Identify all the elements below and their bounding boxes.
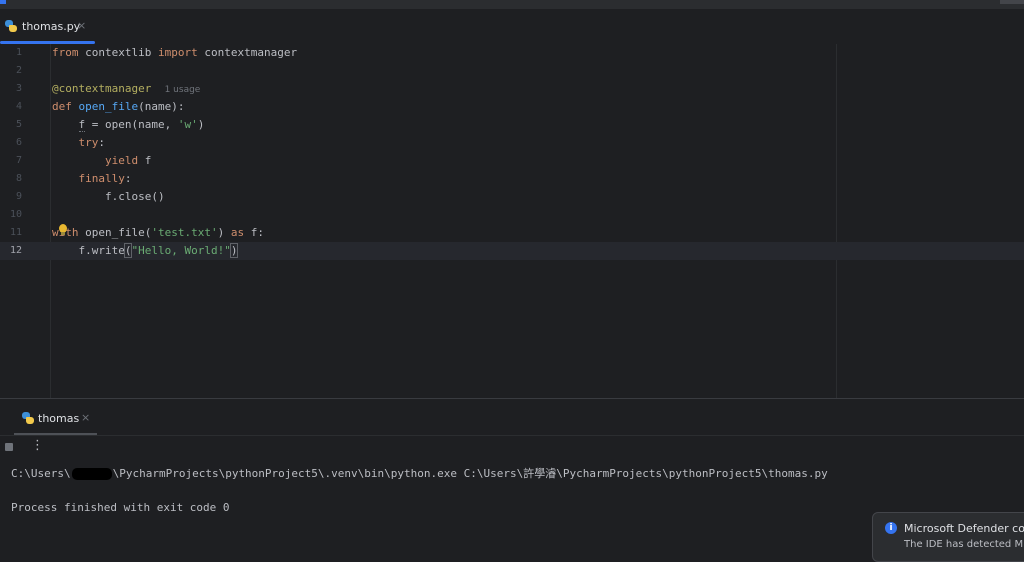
- function-name: open_file: [78, 100, 139, 113]
- keyword: yield: [104, 154, 139, 167]
- line-number: 4: [15, 101, 22, 112]
- code-line[interactable]: 1 from contextlib import contextmanager: [0, 44, 1024, 62]
- close-icon[interactable]: ×: [77, 19, 86, 32]
- redacted-username: [71, 468, 112, 480]
- keyword: from: [52, 46, 79, 59]
- tab-thomas-py[interactable]: thomas.py ×: [0, 9, 95, 44]
- notification-body: The IDE has detected Micro: [904, 539, 1024, 550]
- keyword: try: [78, 136, 99, 149]
- tab-label: thomas.py: [22, 20, 81, 33]
- code-text: ): [217, 226, 231, 239]
- code-text: (name):: [138, 100, 185, 113]
- keyword: import: [157, 46, 198, 59]
- code-text: contextlib: [78, 46, 158, 59]
- code-text: f: [138, 154, 152, 167]
- run-toolbar: ⋮: [0, 435, 1024, 458]
- code-text: =: [85, 118, 105, 131]
- code-text: f:: [244, 226, 264, 239]
- close-icon[interactable]: ×: [81, 411, 90, 424]
- line-number: 5: [15, 119, 22, 130]
- python-file-icon: [5, 20, 17, 32]
- code-line[interactable]: 8 finally:: [0, 170, 1024, 188]
- notification-toast[interactable]: i Microsoft Defender confi The IDE has d…: [872, 512, 1024, 562]
- line-number: 10: [9, 209, 22, 220]
- window-accent-mark: [0, 0, 6, 4]
- code-line[interactable]: 2: [0, 62, 1024, 80]
- line-number: 9: [15, 191, 22, 202]
- code-line[interactable]: 5 f = open(name, 'w'): [0, 116, 1024, 134]
- run-tool-window: thomas × ⋮ C:\Users\ \PycharmProjects\pyt…: [0, 398, 1024, 554]
- code-line[interactable]: 11 with open_file('test.txt') as f:: [0, 224, 1024, 242]
- code-line[interactable]: 4 def open_file(name):: [0, 98, 1024, 116]
- code-line[interactable]: 10: [0, 206, 1024, 224]
- code-text: :: [98, 136, 105, 149]
- info-icon: i: [885, 522, 897, 534]
- decorator: @contextmanager: [52, 82, 152, 95]
- stop-icon[interactable]: [5, 443, 13, 451]
- code-text: f.close(): [104, 190, 165, 203]
- code-line-current[interactable]: 12 f.write("Hello, World!"): [0, 242, 1024, 260]
- keyword: as: [230, 226, 245, 239]
- python-run-icon: [22, 412, 34, 424]
- line-number: 12: [9, 245, 22, 256]
- console-exit-message: Process finished with exit code 0: [11, 501, 230, 514]
- run-tab-label: thomas: [38, 412, 80, 425]
- code-text: contextmanager: [197, 46, 298, 59]
- code-line[interactable]: 3 @contextmanager 1 usage: [0, 80, 1024, 98]
- console-command-line: C:\Users\ \PycharmProjects\pythonProject5…: [11, 467, 828, 480]
- code-text: (name,: [131, 118, 178, 131]
- line-number: 2: [15, 65, 22, 76]
- line-number: 1: [15, 47, 22, 58]
- string-literal: 'w': [177, 118, 198, 131]
- window-top-strip: [0, 0, 1024, 9]
- line-number: 7: [15, 155, 22, 166]
- line-number: 11: [9, 227, 22, 238]
- line-number: 3: [15, 83, 22, 94]
- notification-title: Microsoft Defender confi: [904, 522, 1024, 535]
- matched-paren: ): [229, 243, 239, 258]
- code-line[interactable]: 6 try:: [0, 134, 1024, 152]
- usage-hint[interactable]: 1 usage: [165, 85, 201, 95]
- code-text: open_file(: [78, 226, 152, 239]
- code-line[interactable]: 9 f.close(): [0, 188, 1024, 206]
- line-number: 8: [15, 173, 22, 184]
- run-tab-thomas[interactable]: thomas ×: [0, 399, 97, 435]
- window-control-mark: [1000, 0, 1024, 4]
- keyword: finally: [78, 172, 125, 185]
- string-literal: "Hello, World!": [131, 244, 231, 257]
- code-text: f.write: [78, 244, 125, 257]
- string-literal: 'test.txt': [151, 226, 218, 239]
- line-number: 6: [15, 137, 22, 148]
- lightbulb-base: [61, 232, 65, 235]
- code-text: ): [197, 118, 205, 131]
- code-text: :: [124, 172, 132, 185]
- editor-tab-bar: thomas.py ×: [0, 9, 1024, 45]
- code-line[interactable]: 7 yield f: [0, 152, 1024, 170]
- code-editor[interactable]: 1 from contextlib import contextmanager …: [0, 44, 1024, 398]
- keyword: def: [52, 100, 72, 113]
- code-text: open: [105, 118, 132, 131]
- more-options-icon[interactable]: ⋮: [31, 438, 44, 453]
